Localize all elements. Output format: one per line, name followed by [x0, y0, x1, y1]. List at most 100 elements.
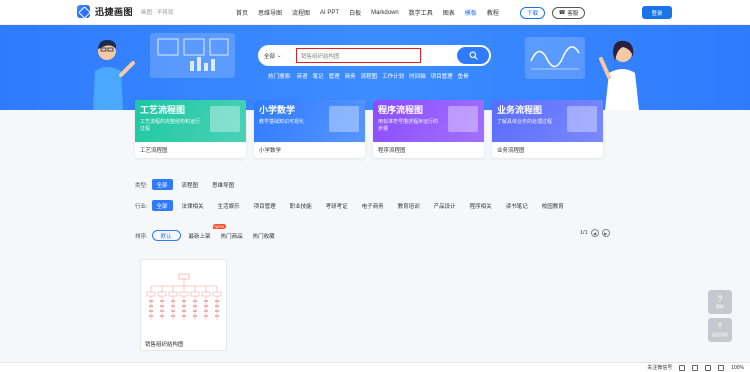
search-bar: 全部 ⌄: [258, 45, 491, 66]
sort-label: 排序:: [135, 233, 148, 240]
help-float-button[interactable]: ? 帮助: [708, 290, 732, 314]
hot-search-word[interactable]: 英语: [297, 72, 308, 80]
nav-item[interactable]: 教程: [487, 8, 499, 17]
industry-filter-option[interactable]: 全部: [151, 200, 173, 211]
man-illustration: [93, 39, 135, 110]
card-label: 小学数学: [259, 148, 282, 154]
industry-filter-option[interactable]: 法律相关: [177, 200, 209, 211]
nav-item[interactable]: Markdown: [371, 10, 399, 16]
hot-search-label: 热门搜索:: [268, 74, 292, 80]
nav-item[interactable]: 思维导图: [258, 8, 282, 17]
type-filter-option[interactable]: 流程图: [177, 179, 204, 190]
category-card[interactable]: 工艺流程图 工艺流程的完整结构和运行过程 工艺流程图: [135, 100, 246, 158]
card-banner: 业务流程图 了解具体业务的处理过程: [492, 100, 603, 142]
industry-filter-option[interactable]: 校园教育: [537, 200, 569, 211]
card-illustration: [448, 106, 478, 132]
industry-filter-option[interactable]: 读书笔记: [501, 200, 533, 211]
hot-search-word[interactable]: 流程图: [361, 72, 378, 80]
card-label: 工艺流程图: [140, 148, 168, 154]
sound-icon[interactable]: [718, 364, 725, 371]
question-icon: ?: [717, 294, 723, 304]
sort-option[interactable]: 热门收藏: [253, 230, 275, 241]
type-filter-option[interactable]: 思维导图: [207, 179, 239, 190]
sort-row: 排序: 默认 最新上架 NEW 热门商品 热门收藏: [135, 224, 285, 241]
card-desc: 教学基础知识可视化: [259, 119, 305, 125]
wave-board-illustration: [525, 37, 585, 79]
zoom-level[interactable]: 100%: [731, 365, 744, 371]
download-icon[interactable]: [705, 364, 712, 371]
category-card[interactable]: 业务流程图 了解具体业务的处理过程业务流程图: [492, 100, 603, 158]
template-name: 销售组织结构图: [145, 342, 184, 348]
card-label: 业务流程图: [497, 148, 525, 154]
login-button[interactable]: 登录: [642, 6, 672, 19]
category-card[interactable]: 小学数学 教学基础知识可视化 小学数学: [254, 100, 365, 158]
back-to-top-button[interactable]: ⤒ 返回顶部: [708, 318, 732, 342]
top-navbar: 迅捷画图 画图 · 不将就 首页 思维导图 流程图 AI PPT 白板 Markdown 数…: [0, 0, 750, 25]
screenshot-icon[interactable]: [692, 364, 699, 371]
search-scope-select[interactable]: 全部 ⌄: [264, 45, 282, 66]
page-indicator: 1/1: [580, 230, 588, 236]
nav-item[interactable]: 数学工具: [409, 8, 433, 17]
sort-option-label: 最新上架: [188, 233, 211, 240]
card-illustration: [567, 106, 597, 132]
sort-option[interactable]: 默认: [151, 230, 181, 241]
search-button[interactable]: [457, 47, 489, 64]
search-input[interactable]: [296, 48, 421, 63]
chevron-down-icon: ⌄: [277, 52, 282, 59]
download-button[interactable]: 下载: [520, 7, 545, 19]
brand-logo[interactable]: 迅捷画图 画图 · 不将就: [77, 5, 173, 18]
card-banner: 程序流程图 用标准符号描述程序运行的步骤: [373, 100, 484, 142]
arrow-up-icon: ⤒: [718, 322, 722, 331]
hot-search-word[interactable]: 笔记: [313, 72, 324, 80]
hot-search-row: 热门搜索: 英语 笔记 管理 商务 流程图 工作计划 时间轴 项目管理 鱼骨: [268, 72, 474, 80]
nav-item[interactable]: 图表: [443, 8, 455, 17]
hot-search-word[interactable]: 时间轴: [409, 72, 426, 80]
hot-search-word[interactable]: 工作计划: [382, 72, 404, 80]
ime-status[interactable]: 关注微信号: [647, 364, 672, 371]
template-thumbnail: [146, 273, 222, 320]
nav-item[interactable]: AI PPT: [320, 10, 339, 16]
back-to-top-label: 返回顶部: [712, 332, 728, 337]
sort-option-label: 热门收藏: [252, 233, 275, 240]
brand-slogan: 画图 · 不将就: [141, 9, 174, 16]
nav-item[interactable]: 白板: [349, 8, 361, 17]
type-filter-option[interactable]: 全部: [151, 179, 173, 190]
hot-search-word[interactable]: 商务: [345, 72, 356, 80]
browser-statusbar: 关注微信号 100%: [0, 362, 750, 372]
nav-item[interactable]: 模板: [465, 8, 477, 17]
customer-service-button[interactable]: ☎ 客服: [552, 7, 585, 19]
next-page-button[interactable]: ▶: [601, 229, 610, 237]
woman-illustration: [599, 40, 639, 110]
card-desc: 了解具体业务的处理过程: [497, 119, 553, 125]
headset-icon: ☎: [558, 10, 566, 16]
industry-filter-option[interactable]: 程序相关: [465, 200, 497, 211]
industry-filter-option[interactable]: 教育培训: [393, 200, 425, 211]
nav-item[interactable]: 流程图: [292, 8, 310, 17]
industry-filter-option[interactable]: 项目管理: [249, 200, 281, 211]
prev-page-button[interactable]: ◀: [590, 229, 599, 237]
nav-item[interactable]: 首页: [236, 8, 248, 17]
sort-option-label: 热门商品: [220, 233, 243, 240]
industry-filter-option[interactable]: 产品设计: [429, 200, 461, 211]
industry-filter-option[interactable]: 考研考证: [321, 200, 353, 211]
window-icon[interactable]: [679, 364, 686, 371]
hot-search-word[interactable]: 项目管理: [431, 72, 453, 80]
industry-filter-option[interactable]: 生活娱乐: [213, 200, 245, 211]
new-badge: NEW: [212, 224, 226, 229]
industry-filter-option[interactable]: 职业技能: [285, 200, 317, 211]
brand-name: 迅捷画图: [95, 7, 134, 17]
industry-filter-option[interactable]: 电子商务: [357, 200, 389, 211]
sort-option[interactable]: 热门商品: [221, 230, 243, 241]
type-filter-row: 类型: 全部 流程图 思维导图: [135, 179, 243, 190]
category-card[interactable]: 程序流程图 用标准符号描述程序运行的步骤 程序流程图: [373, 100, 484, 158]
sort-option[interactable]: 最新上架 NEW: [188, 224, 226, 241]
hot-search-word[interactable]: 管理: [329, 72, 340, 80]
hot-search-word[interactable]: 鱼骨: [458, 72, 469, 80]
card-desc: 工艺流程的完整结构和运行过程: [140, 119, 201, 132]
card-desc: 用标准符号描述程序运行的步骤: [378, 119, 439, 132]
customer-service-label: 客服: [567, 11, 579, 17]
template-card[interactable]: 销售组织结构图: [140, 259, 227, 351]
card-illustration: [210, 106, 240, 132]
main-nav: 首页 思维导图 流程图 AI PPT 白板 Markdown 数学工具 图表 模板 教程: [236, 0, 509, 25]
chart-board-illustration: [150, 33, 235, 78]
